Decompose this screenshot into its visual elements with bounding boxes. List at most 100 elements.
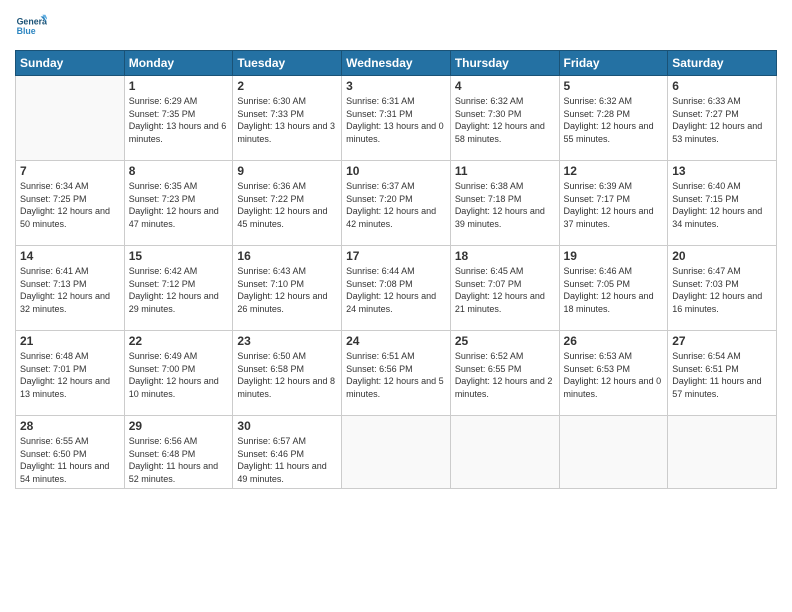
day-cell: 7 Sunrise: 6:34 AMSunset: 7:25 PMDaylight… [16,161,125,246]
day-number: 1 [129,79,229,93]
day-cell: 5 Sunrise: 6:32 AMSunset: 7:28 PMDaylight… [559,76,668,161]
day-number: 2 [237,79,337,93]
day-cell [668,416,777,489]
day-info: Sunrise: 6:37 AMSunset: 7:20 PMDaylight:… [346,180,446,230]
day-info: Sunrise: 6:49 AMSunset: 7:00 PMDaylight:… [129,350,229,400]
day-number: 30 [237,419,337,433]
day-cell: 30 Sunrise: 6:57 AMSunset: 6:46 PMDayligh… [233,416,342,489]
day-number: 26 [564,334,664,348]
day-info: Sunrise: 6:30 AMSunset: 7:33 PMDaylight:… [237,95,337,145]
day-info: Sunrise: 6:29 AMSunset: 7:35 PMDaylight:… [129,95,229,145]
day-info: Sunrise: 6:57 AMSunset: 6:46 PMDaylight:… [237,435,337,485]
day-number: 12 [564,164,664,178]
week-row-1: 1 Sunrise: 6:29 AMSunset: 7:35 PMDaylight… [16,76,777,161]
svg-text:Blue: Blue [17,26,36,36]
day-info: Sunrise: 6:45 AMSunset: 7:07 PMDaylight:… [455,265,555,315]
day-info: Sunrise: 6:36 AMSunset: 7:22 PMDaylight:… [237,180,337,230]
day-info: Sunrise: 6:48 AMSunset: 7:01 PMDaylight:… [20,350,120,400]
day-info: Sunrise: 6:41 AMSunset: 7:13 PMDaylight:… [20,265,120,315]
day-cell: 27 Sunrise: 6:54 AMSunset: 6:51 PMDayligh… [668,331,777,416]
day-number: 23 [237,334,337,348]
day-cell: 21 Sunrise: 6:48 AMSunset: 7:01 PMDayligh… [16,331,125,416]
week-row-4: 21 Sunrise: 6:48 AMSunset: 7:01 PMDayligh… [16,331,777,416]
day-info: Sunrise: 6:34 AMSunset: 7:25 PMDaylight:… [20,180,120,230]
day-info: Sunrise: 6:47 AMSunset: 7:03 PMDaylight:… [672,265,772,315]
day-number: 11 [455,164,555,178]
day-number: 14 [20,249,120,263]
day-cell: 16 Sunrise: 6:43 AMSunset: 7:10 PMDayligh… [233,246,342,331]
day-number: 13 [672,164,772,178]
week-row-3: 14 Sunrise: 6:41 AMSunset: 7:13 PMDayligh… [16,246,777,331]
day-number: 9 [237,164,337,178]
weekday-header-monday: Monday [124,51,233,76]
day-number: 4 [455,79,555,93]
day-cell: 14 Sunrise: 6:41 AMSunset: 7:13 PMDayligh… [16,246,125,331]
weekday-header-sunday: Sunday [16,51,125,76]
day-info: Sunrise: 6:50 AMSunset: 6:58 PMDaylight:… [237,350,337,400]
day-number: 7 [20,164,120,178]
day-number: 21 [20,334,120,348]
day-number: 27 [672,334,772,348]
day-cell [342,416,451,489]
day-number: 3 [346,79,446,93]
day-info: Sunrise: 6:54 AMSunset: 6:51 PMDaylight:… [672,350,772,400]
day-cell: 13 Sunrise: 6:40 AMSunset: 7:15 PMDayligh… [668,161,777,246]
day-number: 8 [129,164,229,178]
day-cell: 18 Sunrise: 6:45 AMSunset: 7:07 PMDayligh… [450,246,559,331]
day-cell: 3 Sunrise: 6:31 AMSunset: 7:31 PMDaylight… [342,76,451,161]
weekday-header-row: SundayMondayTuesdayWednesdayThursdayFrid… [16,51,777,76]
day-cell: 1 Sunrise: 6:29 AMSunset: 7:35 PMDaylight… [124,76,233,161]
day-cell: 24 Sunrise: 6:51 AMSunset: 6:56 PMDayligh… [342,331,451,416]
day-cell: 15 Sunrise: 6:42 AMSunset: 7:12 PMDayligh… [124,246,233,331]
day-cell: 6 Sunrise: 6:33 AMSunset: 7:27 PMDaylight… [668,76,777,161]
day-info: Sunrise: 6:31 AMSunset: 7:31 PMDaylight:… [346,95,446,145]
day-cell: 26Sunrise: 6:53 AMSunset: 6:53 PMDayligh… [559,331,668,416]
day-info: Sunrise: 6:55 AMSunset: 6:50 PMDaylight:… [20,435,120,485]
weekday-header-thursday: Thursday [450,51,559,76]
day-cell: 19 Sunrise: 6:46 AMSunset: 7:05 PMDayligh… [559,246,668,331]
day-number: 17 [346,249,446,263]
day-cell: 10 Sunrise: 6:37 AMSunset: 7:20 PMDayligh… [342,161,451,246]
day-cell [16,76,125,161]
week-row-5: 28 Sunrise: 6:55 AMSunset: 6:50 PMDayligh… [16,416,777,489]
day-info: Sunrise: 6:33 AMSunset: 7:27 PMDaylight:… [672,95,772,145]
day-cell [450,416,559,489]
day-number: 28 [20,419,120,433]
day-cell: 17 Sunrise: 6:44 AMSunset: 7:08 PMDayligh… [342,246,451,331]
day-cell: 20 Sunrise: 6:47 AMSunset: 7:03 PMDayligh… [668,246,777,331]
day-number: 16 [237,249,337,263]
header: General Blue [15,10,777,42]
day-number: 15 [129,249,229,263]
weekday-header-wednesday: Wednesday [342,51,451,76]
weekday-header-saturday: Saturday [668,51,777,76]
day-cell: 23 Sunrise: 6:50 AMSunset: 6:58 PMDayligh… [233,331,342,416]
day-number: 10 [346,164,446,178]
day-cell: 22 Sunrise: 6:49 AMSunset: 7:00 PMDayligh… [124,331,233,416]
day-number: 29 [129,419,229,433]
day-number: 19 [564,249,664,263]
day-number: 22 [129,334,229,348]
week-row-2: 7 Sunrise: 6:34 AMSunset: 7:25 PMDaylight… [16,161,777,246]
day-number: 18 [455,249,555,263]
day-info: Sunrise: 6:42 AMSunset: 7:12 PMDaylight:… [129,265,229,315]
day-cell: 28 Sunrise: 6:55 AMSunset: 6:50 PMDayligh… [16,416,125,489]
weekday-header-friday: Friday [559,51,668,76]
day-info: Sunrise: 6:38 AMSunset: 7:18 PMDaylight:… [455,180,555,230]
day-cell [559,416,668,489]
day-cell: 9 Sunrise: 6:36 AMSunset: 7:22 PMDaylight… [233,161,342,246]
day-info: Sunrise: 6:40 AMSunset: 7:15 PMDaylight:… [672,180,772,230]
calendar-table: SundayMondayTuesdayWednesdayThursdayFrid… [15,50,777,489]
day-number: 24 [346,334,446,348]
day-info: Sunrise: 6:51 AMSunset: 6:56 PMDaylight:… [346,350,446,400]
day-cell: 8Sunrise: 6:35 AMSunset: 7:23 PMDaylight… [124,161,233,246]
day-info: Sunrise: 6:44 AMSunset: 7:08 PMDaylight:… [346,265,446,315]
day-cell: 25Sunrise: 6:52 AMSunset: 6:55 PMDayligh… [450,331,559,416]
day-number: 6 [672,79,772,93]
day-number: 5 [564,79,664,93]
day-number: 20 [672,249,772,263]
day-info: Sunrise: 6:32 AMSunset: 7:28 PMDaylight:… [564,95,664,145]
day-info: Sunrise: 6:46 AMSunset: 7:05 PMDaylight:… [564,265,664,315]
day-info: Sunrise: 6:43 AMSunset: 7:10 PMDaylight:… [237,265,337,315]
day-cell: 4Sunrise: 6:32 AMSunset: 7:30 PMDaylight… [450,76,559,161]
logo-icon: General Blue [15,10,47,42]
